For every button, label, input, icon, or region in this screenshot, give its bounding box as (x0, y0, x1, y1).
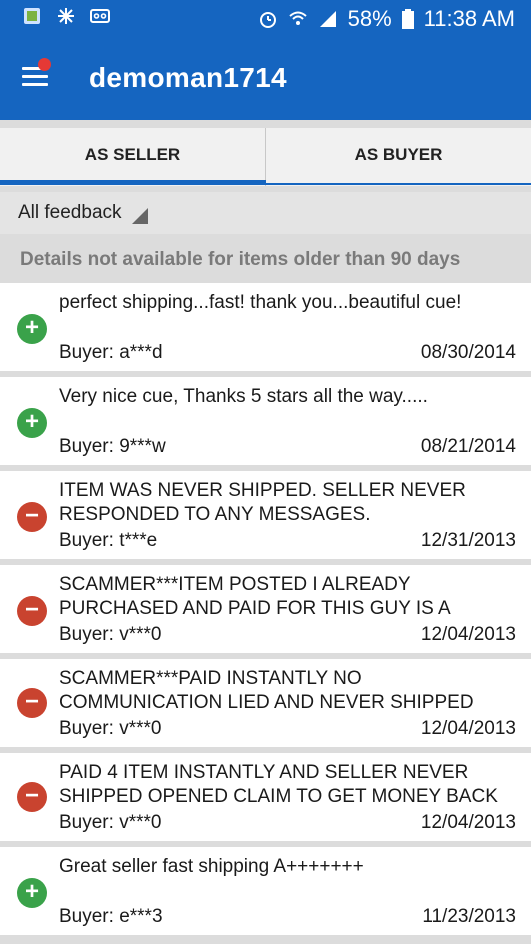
tab-as-buyer[interactable]: AS BUYER (266, 128, 531, 186)
feedback-filter-dropdown[interactable]: All feedback (0, 192, 531, 234)
notice-bar: Details not available for items older th… (0, 240, 531, 280)
positive-feedback-icon: + (17, 408, 47, 438)
negative-feedback-icon: − (17, 688, 47, 718)
notification-dot (38, 58, 51, 71)
page-title: demoman1714 (89, 62, 287, 93)
selected-tab-indicator (0, 180, 266, 185)
list-item[interactable]: − ITEM WAS NEVER SHIPPED. SELLER NEVER R… (0, 471, 531, 559)
notice-text: Details not available for items older th… (20, 249, 461, 270)
feedback-date: 08/21/2014 (420, 436, 516, 457)
alarm-icon (259, 12, 276, 28)
battery-percent: 58% (347, 6, 392, 31)
dropdown-arrow-icon (132, 208, 148, 224)
list-item[interactable]: − SCAMMER***PAID INSTANTLY NO COMMUNICAT… (0, 659, 531, 747)
negative-feedback-icon: − (17, 596, 47, 626)
negative-feedback-icon: − (17, 782, 47, 812)
negative-feedback-icon: − (17, 502, 47, 532)
feedback-date: 11/23/2013 (422, 906, 516, 927)
list-item[interactable]: − PAID 4 ITEM INSTANTLY AND SELLER NEVER… (0, 753, 531, 841)
feedback-comment: Great seller fast shipping A+++++++ (59, 856, 364, 877)
app-notification-icon (24, 8, 40, 24)
buyer-name: Buyer: v***0 (59, 812, 162, 833)
signal-icon (319, 11, 336, 27)
list-item[interactable]: + Great seller fast shipping A+++++++ Bu… (0, 847, 531, 935)
feedback-comment: SCAMMER***ITEM POSTED I ALREADY PURCHASE… (59, 574, 451, 619)
clock-time: 11:38 AM (423, 6, 515, 31)
tab-bar: AS SELLER AS BUYER (0, 128, 531, 186)
wifi-icon (288, 11, 307, 25)
status-bar: 58% 11:38 AM (0, 0, 531, 36)
battery-icon (401, 9, 414, 29)
tab-underline (266, 183, 531, 185)
feedback-comment: ITEM WAS NEVER SHIPPED. SELLER NEVER RES… (59, 480, 466, 525)
tab-as-seller[interactable]: AS SELLER (0, 128, 266, 186)
voicemail-icon (90, 9, 110, 23)
feedback-comment: perfect shipping...fast! thank you...bea… (59, 292, 462, 313)
feedback-filter-label: All feedback (18, 202, 122, 223)
buyer-name: Buyer: a***d (59, 342, 163, 363)
positive-feedback-icon: + (17, 314, 47, 344)
feedback-date: 12/04/2013 (420, 718, 516, 739)
feedback-comment: Very nice cue, Thanks 5 stars all the wa… (59, 386, 428, 407)
list-item[interactable]: − SCAMMER***ITEM POSTED I ALREADY PURCHA… (0, 565, 531, 653)
feedback-date: 12/04/2013 (420, 624, 516, 645)
bluetooth-sparkle-icon (58, 8, 74, 24)
feedback-date: 12/31/2013 (420, 530, 516, 551)
list-item[interactable]: + perfect shipping...fast! thank you...b… (0, 283, 531, 371)
positive-feedback-icon: + (17, 878, 47, 908)
feedback-date: 08/30/2014 (420, 342, 516, 363)
list-item[interactable]: + Very nice cue, Thanks 5 stars all the … (0, 377, 531, 465)
feedback-date: 12/04/2013 (420, 812, 516, 833)
buyer-name: Buyer: v***0 (59, 624, 162, 645)
buyer-name: Buyer: v***0 (59, 718, 162, 739)
buyer-name: Buyer: t***e (59, 530, 158, 551)
feedback-comment: SCAMMER***PAID INSTANTLY NO COMMUNICATIO… (59, 668, 474, 713)
feedback-comment: PAID 4 ITEM INSTANTLY AND SELLER NEVER S… (59, 762, 498, 807)
buyer-name: Buyer: e***3 (59, 906, 163, 927)
app-bar: demoman1714 (0, 36, 531, 120)
buyer-name: Buyer: 9***w (59, 436, 166, 457)
